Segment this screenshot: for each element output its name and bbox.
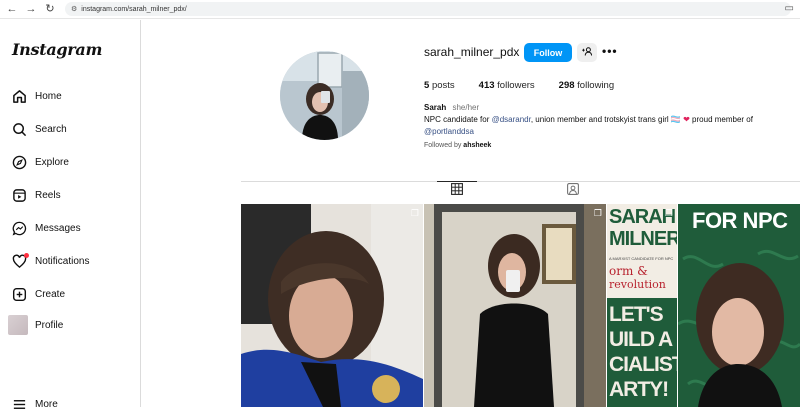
avatar: [8, 315, 28, 335]
poster-mid: orm &: [609, 264, 648, 278]
sidebar-item-label: Search: [35, 123, 67, 135]
profile-stats: 5 posts 413 followers 298 following: [424, 80, 614, 91]
sidebar-item-reels[interactable]: Reels: [10, 184, 61, 206]
address-bar[interactable]: ⚙ instagram.com/sarah_milner_pdx/: [65, 2, 791, 16]
multiple-posts-icon: ❐: [593, 208, 602, 218]
tab-posts[interactable]: [437, 181, 477, 199]
heart-icon: [10, 252, 29, 270]
bio-text: proud member of: [689, 115, 753, 124]
poster-subtext: A MARXIST CANDIDATE FOR NPC: [609, 256, 674, 261]
home-icon: [10, 87, 28, 105]
sidebar-item-messages[interactable]: Messages: [10, 217, 81, 239]
pronouns: she/her: [452, 103, 480, 112]
trans-flag-emoji: 🏳️‍⚧️: [670, 115, 681, 124]
sidebar-item-label: Create: [35, 288, 66, 300]
poster-heading: FOR NPC: [692, 208, 788, 233]
tab-tagged[interactable]: [553, 183, 593, 199]
post-tile[interactable]: ❐: [424, 204, 606, 407]
posts-stat: 5 posts: [424, 80, 455, 91]
multiple-posts-icon: ❐: [664, 208, 673, 218]
profile-username: sarah_milner_pdx: [424, 45, 520, 59]
post-grid: ❐ ❐ SARAH MILNER A MARXIST CANDIDATE FOR…: [241, 204, 800, 407]
sidebar-item-create[interactable]: Create: [10, 283, 65, 305]
post-tile[interactable]: SARAH MILNER A MARXIST CANDIDATE FOR NPC…: [607, 204, 677, 407]
profile-avatar[interactable]: [280, 51, 369, 140]
sidebar-item-label: Messages: [35, 222, 81, 234]
plus-icon: [10, 285, 28, 303]
forward-icon[interactable]: →: [24, 2, 38, 16]
sidebar-item-label: Profile: [35, 319, 64, 331]
following-stat[interactable]: 298 following: [559, 80, 614, 91]
notification-dot: [24, 253, 29, 258]
instagram-logo[interactable]: Instagram: [12, 40, 102, 59]
suggest-people-button[interactable]: [577, 43, 597, 62]
back-icon[interactable]: ←: [5, 2, 19, 16]
sidebar-item-more[interactable]: More: [10, 393, 58, 415]
sidebar-item-label: Home: [35, 90, 62, 102]
more-options-icon[interactable]: •••: [602, 44, 618, 58]
multiple-posts-icon: ❐: [410, 208, 419, 218]
messages-icon: [10, 219, 28, 237]
sidebar-item-notifications[interactable]: Notifications: [10, 250, 89, 272]
sidebar-item-label: Explore: [35, 156, 69, 168]
heart-emoji: ❤: [683, 115, 690, 124]
grid-icon: [451, 182, 463, 200]
reload-icon[interactable]: ↻: [43, 2, 57, 16]
sidebar-item-profile[interactable]: Profile: [8, 314, 63, 336]
poster-slogan: LET'S UILD A CIALIST ARTY!: [609, 303, 677, 401]
bio-text: , union member and trotskyist trans girl: [530, 115, 671, 124]
bio-link[interactable]: @portlanddsa: [424, 127, 474, 136]
add-person-icon: [581, 47, 593, 58]
sidebar-item-label: More: [35, 398, 58, 410]
followed-by[interactable]: Followed by ahsheek: [424, 142, 491, 149]
site-info-icon[interactable]: ⚙: [71, 5, 77, 13]
sidebar: Instagram Home Search Explore Reels Mess…: [0, 20, 141, 410]
tagged-icon: [567, 182, 579, 200]
post-tile[interactable]: FOR NPC: [678, 204, 800, 407]
reels-icon: [10, 186, 28, 204]
explore-icon: [10, 153, 28, 171]
sidebar-item-search[interactable]: Search: [10, 118, 67, 140]
followers-stat[interactable]: 413 followers: [479, 80, 535, 91]
sidebar-item-home[interactable]: Home: [10, 85, 62, 107]
bio-text: NPC candidate for: [424, 115, 492, 124]
browser-toolbar: ← → ↻ ⚙ instagram.com/sarah_milner_pdx/ …: [0, 0, 800, 19]
bio-mention-link[interactable]: @dsarandr: [492, 115, 531, 124]
sidebar-item-label: Reels: [35, 189, 61, 201]
search-icon: [10, 120, 28, 138]
url-text: instagram.com/sarah_milner_pdx/: [81, 5, 187, 13]
follow-button[interactable]: Follow: [524, 43, 572, 62]
poster-red: revolution: [609, 278, 666, 291]
menu-icon: [10, 395, 28, 413]
profile-bio: Sarah she/her NPC candidate for @dsarand…: [424, 102, 784, 138]
tab-divider: [241, 181, 800, 182]
sidebar-item-label: Notifications: [35, 255, 90, 267]
display-name: Sarah: [424, 103, 447, 112]
device-icon[interactable]: ▭: [785, 3, 794, 14]
sidebar-item-explore[interactable]: Explore: [10, 151, 69, 173]
post-tile[interactable]: ❐: [241, 204, 423, 407]
